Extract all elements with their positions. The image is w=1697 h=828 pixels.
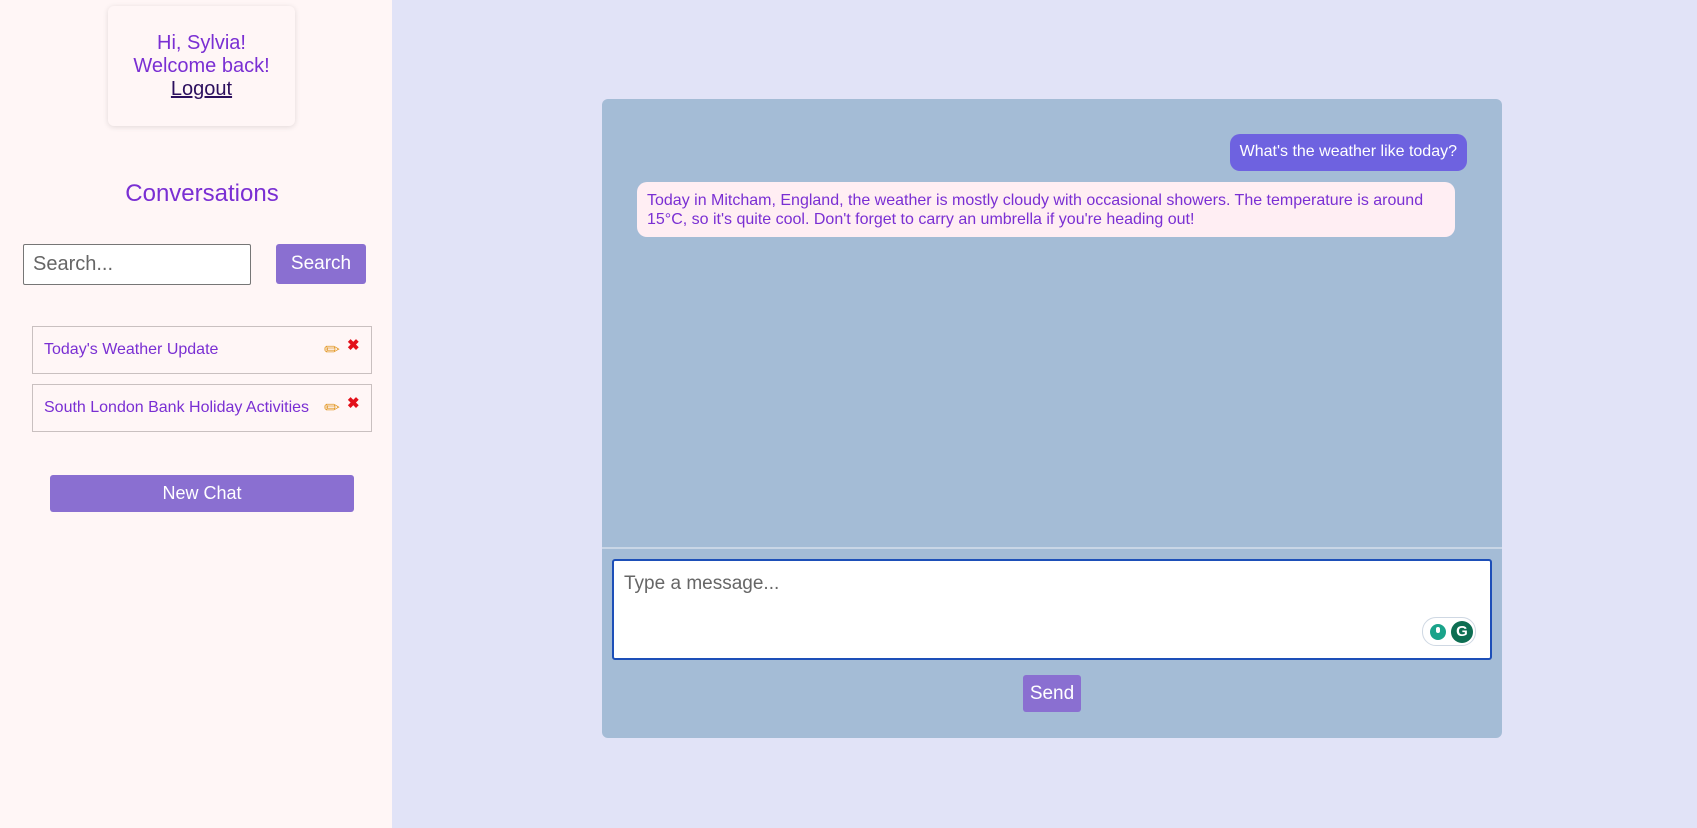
close-icon[interactable]: ✖ [347,336,360,354]
message-input[interactable] [612,559,1492,660]
conversation-label[interactable]: Today's Weather Update [44,341,218,359]
close-icon[interactable]: ✖ [347,394,360,412]
grammarly-widget[interactable]: G [1422,617,1476,646]
send-button[interactable]: Send [1023,675,1081,712]
welcome-card: Hi, Sylvia! Welcome back! Logout [108,6,295,126]
pencil-icon[interactable]: ✏ [324,339,340,362]
greeting-text: Hi, Sylvia! [157,32,246,54]
chat-panel: What's the weather like today? Today in … [602,99,1502,738]
user-message: What's the weather like today? [1229,134,1467,171]
conversations-title: Conversations [125,180,279,207]
pencil-icon[interactable]: ✏ [324,397,340,420]
conversation-label[interactable]: South London Bank Holiday Activities [44,399,309,417]
search-input[interactable] [23,244,251,285]
grammarly-icon[interactable]: G [1451,621,1473,643]
conversation-item[interactable]: Today's Weather Update ✏ ✖ [32,326,372,374]
welcome-text: Welcome back! [133,55,270,77]
sidebar: Hi, Sylvia! Welcome back! Logout Convers… [0,0,392,828]
new-chat-button[interactable]: New Chat [50,475,354,512]
divider [602,547,1502,549]
search-button[interactable]: Search [276,244,366,284]
assistant-message: Today in Mitcham, England, the weather i… [637,182,1455,237]
lightbulb-icon[interactable] [1430,624,1446,640]
logout-link[interactable]: Logout [171,78,232,101]
conversation-item[interactable]: South London Bank Holiday Activities ✏ ✖ [32,384,372,432]
